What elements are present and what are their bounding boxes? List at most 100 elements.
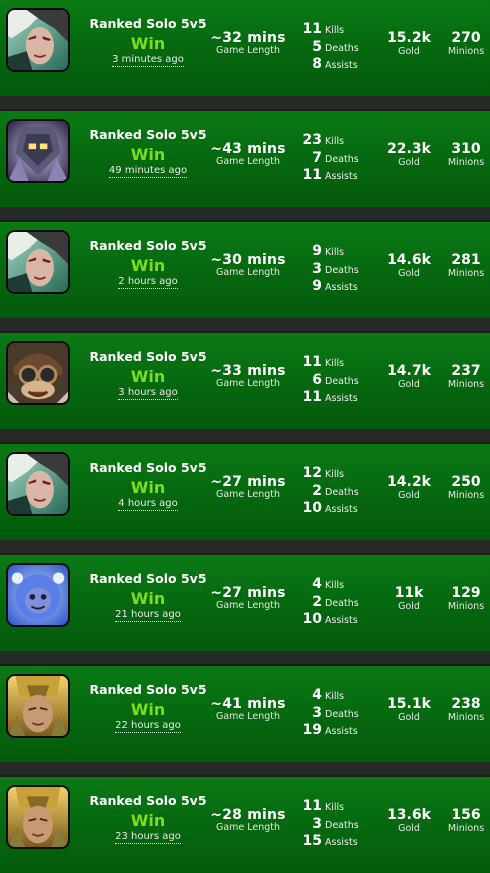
assists-row: 15 Assists — [292, 830, 360, 849]
game-length-label: Game Length — [215, 489, 281, 500]
game-length-label: Game Length — [215, 378, 281, 389]
queue-type: Ranked Solo 5v5 — [89, 571, 207, 586]
match-row[interactable]: Ranked Solo 5v5 Win 49 minutes ago ~43 mins… — [0, 109, 490, 207]
assists-label: Assists — [325, 282, 358, 293]
champion-1-icon[interactable] — [6, 452, 70, 516]
match-row[interactable]: Ranked Solo 5v5 Win 22 hours ago ~41 mins Ga… — [0, 664, 490, 762]
time-ago-text[interactable]: 21 hours ago — [115, 609, 181, 622]
queue-type: Ranked Solo 5v5 — [89, 127, 207, 142]
gold-label: Gold — [398, 490, 420, 501]
match-result: Win — [130, 700, 166, 719]
game-length-value: ~27 mins — [210, 474, 286, 490]
assists-label: Assists — [325, 171, 358, 182]
match-row[interactable]: Ranked Solo 5v5 Win 3 hours ago ~33 mins Gam… — [0, 331, 490, 429]
assists-value: 9 — [312, 278, 322, 294]
match-row[interactable]: Ranked Solo 5v5 Win 21 hours ago ~27 mins Ga… — [0, 553, 490, 651]
assists-label: Assists — [325, 393, 358, 404]
match-history-list: Ranked Solo 5v5 Win 3 minutes ago ~32 mins G… — [0, 0, 490, 873]
match-result: Win — [130, 256, 166, 275]
queue-type: Ranked Solo 5v5 — [89, 349, 207, 364]
gold-value: 14.7k — [387, 363, 431, 379]
champion-5-icon[interactable] — [6, 785, 70, 849]
match-result: Win — [130, 589, 166, 608]
assists-value: 10 — [302, 500, 322, 516]
assists-label: Assists — [325, 615, 358, 626]
game-length-value: ~28 mins — [210, 807, 286, 823]
queue-type: Ranked Solo 5v5 — [89, 238, 207, 253]
time-ago: 4 hours ago — [80, 498, 216, 511]
kills-row: 4 Kills — [292, 684, 360, 703]
kills-row: 4 Kills — [292, 573, 360, 592]
game-length-label: Game Length — [215, 45, 281, 56]
match-result: Win — [130, 367, 166, 386]
minions-label: Minions — [447, 46, 485, 57]
champion-2-icon[interactable] — [6, 119, 70, 183]
minions-value: 250 — [451, 474, 481, 490]
champion-4-icon[interactable] — [6, 563, 70, 627]
minions-value: 270 — [451, 30, 481, 46]
assists-row: 19 Assists — [292, 719, 360, 738]
minions-label: Minions — [447, 268, 485, 279]
assists-label: Assists — [325, 726, 358, 737]
time-ago: 2 hours ago — [80, 276, 216, 289]
assists-value: 8 — [312, 56, 322, 72]
assists-row: 9 Assists — [292, 275, 360, 294]
game-length-label: Game Length — [215, 711, 281, 722]
kills-label: Kills — [325, 802, 345, 813]
time-ago-text[interactable]: 23 hours ago — [115, 831, 181, 844]
match-result: Win — [130, 145, 166, 164]
time-ago-text[interactable]: 3 minutes ago — [112, 54, 184, 67]
queue-type: Ranked Solo 5v5 — [89, 682, 207, 697]
minions-label: Minions — [447, 490, 485, 501]
gold-value: 14.2k — [387, 474, 431, 490]
match-row[interactable]: Ranked Solo 5v5 Win 2 hours ago ~30 mins Gam… — [0, 220, 490, 318]
time-ago-text[interactable]: 49 minutes ago — [108, 165, 188, 178]
kills-label: Kills — [325, 136, 345, 147]
match-row[interactable]: Ranked Solo 5v5 Win 23 hours ago ~28 mins Ga… — [0, 775, 490, 873]
minions-label: Minions — [447, 157, 485, 168]
assists-row: 8 Assists — [292, 53, 360, 72]
game-length-value: ~30 mins — [210, 252, 286, 268]
gold-value: 15.1k — [387, 696, 431, 712]
kills-value: 4 — [312, 576, 322, 592]
time-ago: 21 hours ago — [80, 609, 216, 622]
kills-value: 23 — [302, 132, 322, 148]
minions-label: Minions — [447, 823, 485, 834]
kills-row: 23 Kills — [292, 129, 360, 148]
kills-value: 11 — [302, 21, 322, 37]
time-ago-text[interactable]: 4 hours ago — [118, 498, 178, 511]
time-ago-text[interactable]: 3 hours ago — [118, 387, 178, 400]
gold-label: Gold — [398, 601, 420, 612]
match-result: Win — [130, 34, 166, 53]
match-row[interactable]: Ranked Solo 5v5 Win 3 minutes ago ~32 mins G… — [0, 0, 490, 96]
game-length-label: Game Length — [215, 267, 281, 278]
queue-type: Ranked Solo 5v5 — [89, 460, 207, 475]
assists-label: Assists — [325, 60, 358, 71]
gold-value: 22.3k — [387, 141, 431, 157]
time-ago-text[interactable]: 2 hours ago — [118, 276, 178, 289]
game-length-label: Game Length — [215, 156, 281, 167]
assists-label: Assists — [325, 837, 358, 848]
champion-1-icon[interactable] — [6, 8, 70, 72]
queue-type: Ranked Solo 5v5 — [89, 16, 207, 31]
kills-row: 11 Kills — [292, 18, 360, 37]
gold-value: 14.6k — [387, 252, 431, 268]
gold-label: Gold — [398, 712, 420, 723]
champion-1-icon[interactable] — [6, 230, 70, 294]
kills-row: 11 Kills — [292, 351, 360, 370]
match-row[interactable]: Ranked Solo 5v5 Win 4 hours ago ~27 mins Gam… — [0, 442, 490, 540]
game-length-value: ~43 mins — [210, 141, 286, 157]
champion-3-icon[interactable] — [6, 341, 70, 405]
kills-value: 4 — [312, 687, 322, 703]
minions-value: 129 — [451, 585, 481, 601]
minions-label: Minions — [447, 601, 485, 612]
assists-value: 11 — [302, 167, 322, 183]
minions-value: 310 — [451, 141, 481, 157]
time-ago-text[interactable]: 22 hours ago — [115, 720, 181, 733]
time-ago: 22 hours ago — [80, 720, 216, 733]
gold-label: Gold — [398, 823, 420, 834]
game-length-label: Game Length — [215, 600, 281, 611]
kills-label: Kills — [325, 247, 345, 258]
champion-5-icon[interactable] — [6, 674, 70, 738]
gold-label: Gold — [398, 157, 420, 168]
